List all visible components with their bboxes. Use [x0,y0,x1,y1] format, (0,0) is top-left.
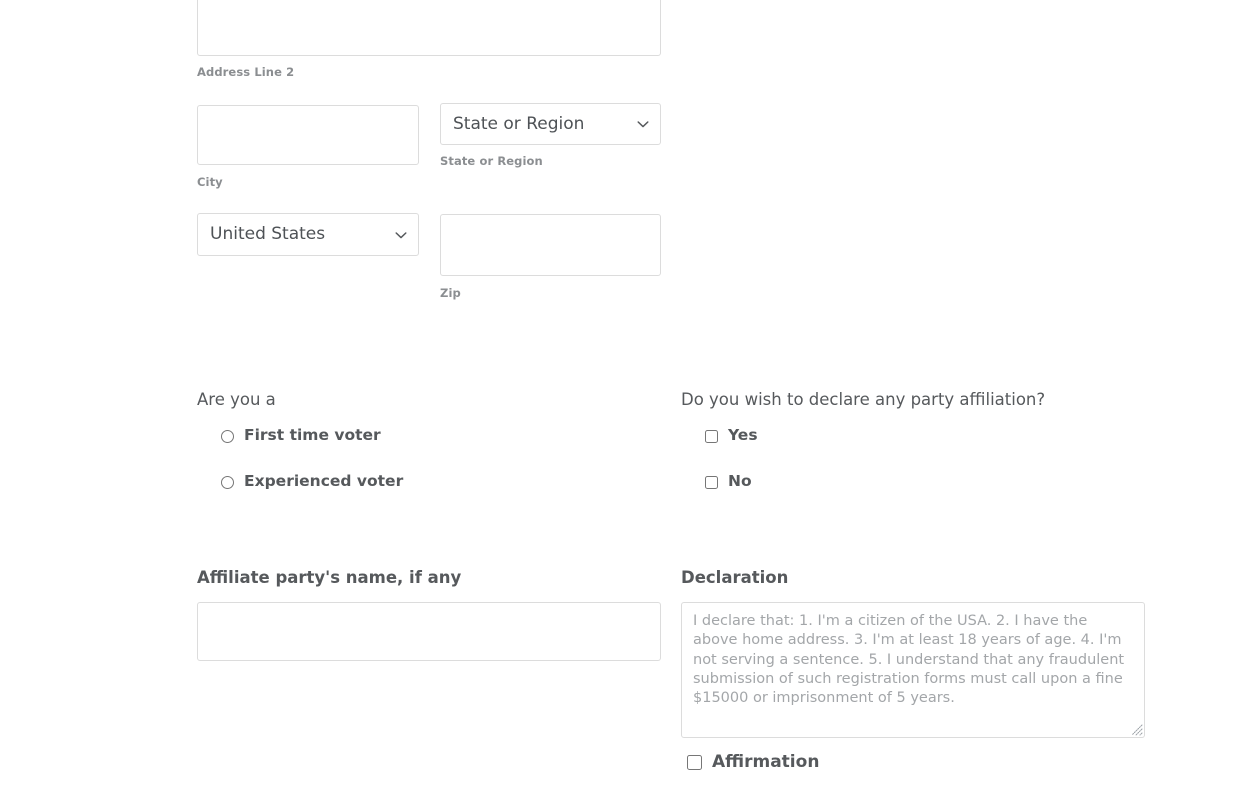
radio-experienced-voter[interactable]: Experienced voter [221,472,403,492]
checkbox-party-no-input[interactable] [705,475,718,489]
checkbox-party-no[interactable]: No [705,472,758,492]
radio-first-time-voter-label: First time voter [244,426,381,445]
city-caption: City [197,175,223,189]
affiliate-party-title: Affiliate party's name, if any [197,568,462,587]
voter-registration-form: Address Line 2 City State or Region Stat… [0,0,1246,791]
address-line-2-caption: Address Line 2 [197,65,295,79]
chevron-down-icon [394,228,408,242]
declaration-textarea[interactable] [681,602,1145,738]
state-or-region-caption: State or Region [440,154,543,168]
radio-first-time-voter-input[interactable] [221,429,234,443]
checkbox-affirmation-input[interactable] [687,754,702,770]
checkbox-affirmation-label: Affirmation [712,751,820,772]
checkbox-party-no-label: No [728,472,752,491]
voter-type-radio-group: First time voter Experienced voter [221,426,403,492]
party-affiliation-question: Do you wish to declare any party affilia… [681,390,1046,409]
radio-experienced-voter-label: Experienced voter [244,472,404,491]
declaration-title: Declaration [681,568,789,587]
checkbox-affirmation[interactable]: Affirmation [687,752,819,772]
chevron-down-icon [636,117,650,131]
state-or-region-selected-value: State or Region [453,115,585,133]
checkbox-party-yes[interactable]: Yes [705,426,758,446]
country-selected-value: United States [210,226,326,243]
checkbox-party-yes-input[interactable] [705,429,718,443]
radio-experienced-voter-input[interactable] [221,475,234,489]
state-or-region-select[interactable]: State or Region [440,103,661,145]
city-input[interactable] [197,105,419,165]
party-affiliation-checkbox-group: Yes No [705,426,758,492]
address-line-2-input[interactable] [197,0,661,56]
affiliate-party-input[interactable] [197,602,661,661]
checkbox-party-yes-label: Yes [728,426,758,445]
country-select[interactable]: United States [197,213,419,256]
zip-caption: Zip [440,286,461,300]
radio-first-time-voter[interactable]: First time voter [221,426,403,446]
voter-type-question: Are you a [197,390,276,409]
zip-input[interactable] [440,214,661,276]
